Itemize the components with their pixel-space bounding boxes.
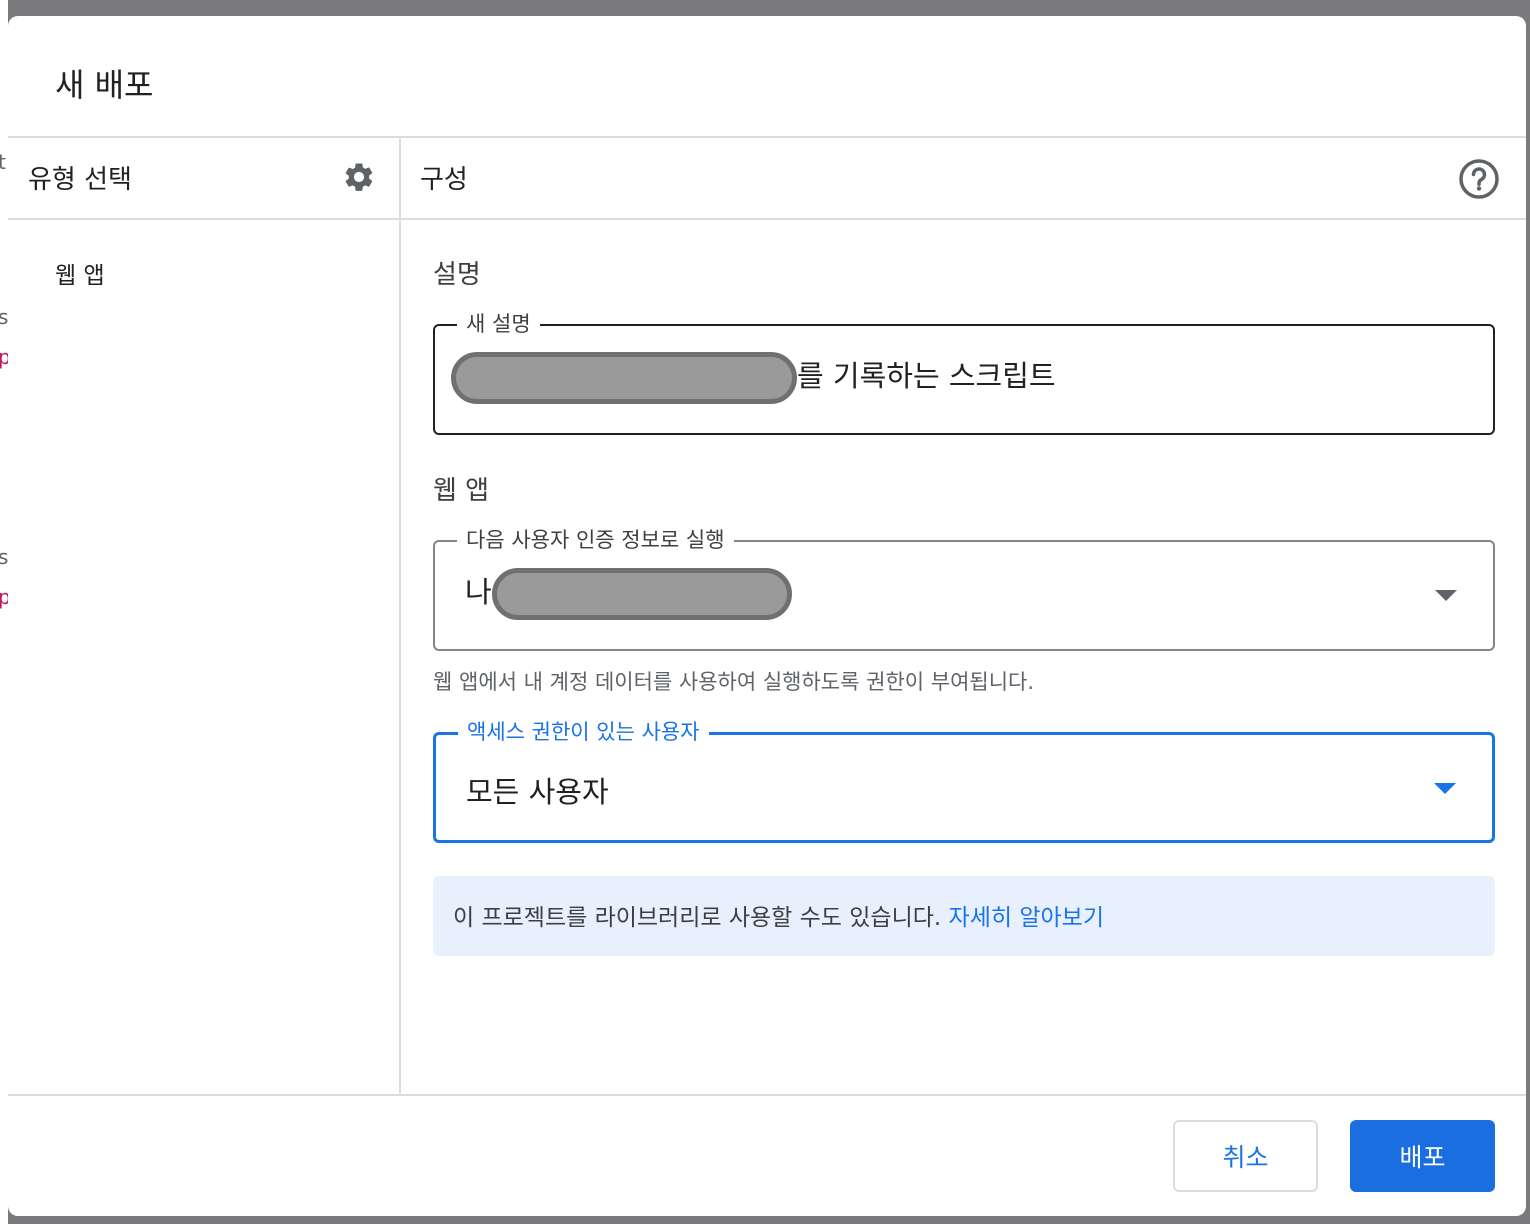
description-field[interactable]: 새 설명 를 기록하는 스크립트 bbox=[433, 308, 1495, 435]
library-notice: 이 프로젝트를 라이브러리로 사용할 수도 있습니다. 자세히 알아보기 bbox=[433, 876, 1495, 956]
dropdown-arrow-icon[interactable] bbox=[1435, 590, 1457, 601]
description-value-suffix: 를 기록하는 스크립트 bbox=[797, 359, 1056, 393]
execute-as-value-prefix: 나 bbox=[465, 575, 492, 609]
select-type-heading: 유형 선택 bbox=[28, 165, 132, 195]
description-value[interactable]: 를 기록하는 스크립트 bbox=[451, 352, 1056, 404]
divider bbox=[399, 136, 401, 1096]
redacted-text bbox=[451, 352, 797, 404]
learn-more-link[interactable]: 자세히 알아보기 bbox=[949, 905, 1104, 931]
cancel-button[interactable]: 취소 bbox=[1173, 1120, 1318, 1192]
execute-as-label: 다음 사용자 인증 정보로 실행 bbox=[457, 524, 734, 556]
backdrop-edge: t s p s p bbox=[0, 0, 11, 1224]
redacted-text bbox=[491, 568, 792, 620]
webapp-section-label: 웹 앱 bbox=[433, 476, 490, 506]
divider bbox=[8, 136, 1526, 138]
dialog-title: 새 배포 bbox=[55, 66, 154, 104]
library-notice-text: 이 프로젝트를 라이브러리로 사용할 수도 있습니다. bbox=[453, 905, 942, 931]
dropdown-arrow-icon[interactable] bbox=[1434, 783, 1456, 794]
access-dropdown[interactable]: 액세스 권한이 있는 사용자 모든 사용자 bbox=[433, 716, 1495, 843]
deploy-button[interactable]: 배포 bbox=[1350, 1120, 1495, 1192]
help-circle-icon[interactable] bbox=[1458, 158, 1500, 200]
access-value: 모든 사용자 bbox=[466, 775, 609, 809]
type-item-web-app[interactable]: 웹 앱 bbox=[55, 256, 105, 290]
execute-as-helper-text: 웹 앱에서 내 계정 데이터를 사용하여 실행하도록 권한이 부여됩니다. bbox=[433, 670, 1035, 694]
access-label: 액세스 권한이 있는 사용자 bbox=[458, 716, 709, 748]
configuration-heading: 구성 bbox=[420, 165, 468, 195]
gear-icon[interactable] bbox=[342, 160, 376, 194]
description-field-label: 새 설명 bbox=[457, 308, 540, 340]
execute-as-value: 나 bbox=[465, 568, 792, 620]
description-section-label: 설명 bbox=[433, 260, 481, 290]
backdrop-fragment: t bbox=[0, 150, 6, 174]
divider bbox=[8, 218, 1526, 220]
execute-as-dropdown[interactable]: 다음 사용자 인증 정보로 실행 나 bbox=[433, 524, 1495, 651]
divider bbox=[8, 1094, 1526, 1096]
new-deployment-dialog: 새 배포 유형 선택 웹 앱 구성 설명 새 설명 를 기록하는 스크립트 웹 … bbox=[8, 16, 1526, 1216]
